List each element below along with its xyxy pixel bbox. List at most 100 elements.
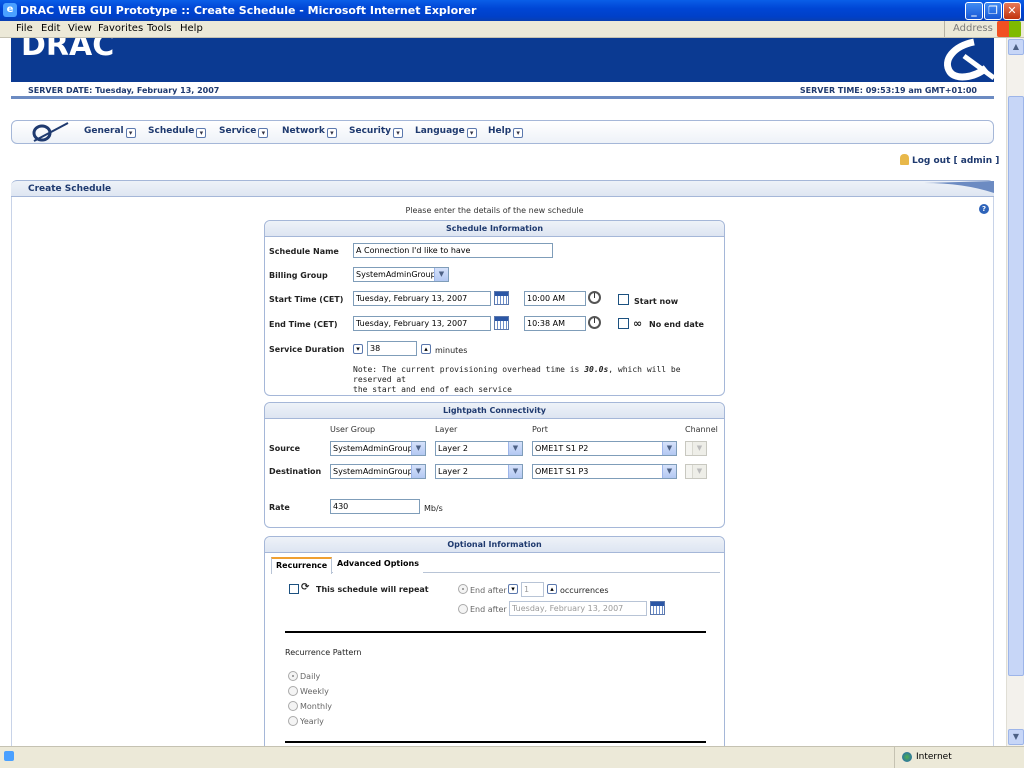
windows-logo-icon bbox=[997, 21, 1021, 37]
end-clock-icon[interactable] bbox=[588, 316, 601, 329]
pattern-monthly-label: Monthly bbox=[300, 702, 333, 711]
source-port-select[interactable]: OME1T S1 P2 ▼ bbox=[532, 441, 677, 456]
menubar: File Edit View Favorites Tools Help Addr… bbox=[0, 21, 1024, 38]
billing-group-label: Billing Group bbox=[269, 271, 328, 280]
vertical-scrollbar[interactable]: ▲ ▼ bbox=[1006, 38, 1024, 746]
end-after-calendar-icon[interactable] bbox=[650, 601, 665, 615]
tab-recurrence[interactable]: Recurrence bbox=[271, 557, 333, 574]
nav-network[interactable]: Network ▾ bbox=[282, 126, 337, 138]
start-calendar-icon[interactable] bbox=[494, 291, 509, 305]
scroll-thumb[interactable] bbox=[1008, 96, 1024, 676]
chevron-down-icon: ▼ bbox=[508, 442, 522, 455]
status-divider bbox=[894, 747, 895, 768]
instruction-text: Please enter the details of the new sche… bbox=[405, 206, 584, 215]
source-label: Source bbox=[269, 444, 301, 453]
end-after-label: End after bbox=[470, 586, 507, 595]
menu-view[interactable]: View bbox=[68, 23, 92, 34]
address-label[interactable]: Address bbox=[944, 21, 993, 37]
menu-help[interactable]: Help bbox=[180, 23, 203, 34]
pattern-daily-radio[interactable] bbox=[288, 671, 298, 681]
end-calendar-icon[interactable] bbox=[494, 316, 509, 330]
dest-channel-select[interactable]: ▼ bbox=[685, 464, 707, 479]
schedule-name-label: Schedule Name bbox=[269, 247, 339, 256]
server-date: SERVER DATE: Tuesday, February 13, 2007 bbox=[28, 86, 220, 95]
server-info-bar: SERVER DATE: Tuesday, February 13, 2007 … bbox=[11, 82, 994, 99]
chevron-down-icon: ▾ bbox=[326, 128, 337, 138]
maximize-button[interactable]: ❐ bbox=[984, 2, 1002, 20]
menu-edit[interactable]: Edit bbox=[41, 23, 60, 34]
end-time-label: End Time (CET) bbox=[269, 320, 338, 329]
chevron-down-icon: ▾ bbox=[513, 128, 524, 138]
divider bbox=[285, 631, 706, 633]
rate-input[interactable]: 430 bbox=[330, 499, 420, 514]
source-channel-select[interactable]: ▼ bbox=[685, 441, 707, 456]
pattern-weekly-label: Weekly bbox=[300, 687, 329, 696]
window-titlebar: e DRAC WEB GUI Prototype :: Create Sched… bbox=[0, 0, 1024, 21]
start-clock-icon[interactable] bbox=[588, 291, 601, 304]
close-button[interactable]: ✕ bbox=[1003, 2, 1021, 20]
help-icon[interactable]: ? bbox=[979, 204, 989, 214]
end-after-date-input[interactable]: Tuesday, February 13, 2007 bbox=[509, 601, 647, 616]
nav-security[interactable]: Security ▾ bbox=[349, 126, 404, 138]
chevron-down-icon: ▾ bbox=[196, 128, 207, 138]
nav-logo-icon bbox=[32, 122, 69, 142]
duration-input[interactable]: 38 bbox=[367, 341, 417, 356]
dest-port-select[interactable]: OME1T S1 P3 ▼ bbox=[532, 464, 677, 479]
dest-layer-select[interactable]: Layer 2 ▼ bbox=[435, 464, 523, 479]
start-time-label: Start Time (CET) bbox=[269, 295, 344, 304]
schedule-name-input[interactable]: A Connection I'd like to have bbox=[353, 243, 553, 258]
end-date-input[interactable]: Tuesday, February 13, 2007 bbox=[353, 316, 491, 331]
col-user-group: User Group bbox=[330, 425, 376, 434]
logout-link[interactable]: Log out [ admin ] bbox=[900, 154, 999, 166]
source-layer-select[interactable]: Layer 2 ▼ bbox=[435, 441, 523, 456]
dest-group-select[interactable]: SystemAdminGroup ▼ bbox=[330, 464, 426, 479]
col-layer: Layer bbox=[435, 425, 458, 434]
nav-general[interactable]: General ▾ bbox=[84, 126, 136, 138]
menu-favorites[interactable]: Favorites bbox=[98, 23, 143, 34]
globe-icon bbox=[902, 752, 912, 762]
source-group-select[interactable]: SystemAdminGroup ▼ bbox=[330, 441, 426, 456]
destination-label: Destination bbox=[269, 467, 322, 476]
overhead-note: Note: The current provisioning overhead … bbox=[353, 365, 681, 394]
start-time-input[interactable]: 10:00 AM bbox=[524, 291, 586, 306]
scroll-up-icon[interactable]: ▲ bbox=[1008, 39, 1024, 55]
tab-advanced-options[interactable]: Advanced Options bbox=[333, 557, 423, 573]
chevron-down-icon: ▾ bbox=[125, 128, 136, 138]
minimize-button[interactable]: _ bbox=[965, 2, 983, 20]
occurrences-decrease-icon[interactable]: ▾ bbox=[508, 584, 518, 594]
nav-language[interactable]: Language ▾ bbox=[415, 126, 477, 138]
schedule-info-title: Schedule Information bbox=[265, 221, 724, 237]
scroll-down-icon[interactable]: ▼ bbox=[1008, 729, 1024, 745]
main-nav: General ▾ Schedule ▾ Service ▾ Network ▾ Sec… bbox=[11, 120, 994, 144]
end-after-occurrences-radio[interactable] bbox=[458, 584, 468, 594]
menu-file[interactable]: File bbox=[16, 23, 33, 34]
end-after-date-radio[interactable] bbox=[458, 604, 468, 614]
nav-help[interactable]: Help ▾ bbox=[488, 126, 524, 138]
nav-schedule[interactable]: Schedule ▾ bbox=[148, 126, 207, 138]
start-now-checkbox[interactable] bbox=[618, 294, 629, 305]
pattern-weekly-radio[interactable] bbox=[288, 686, 298, 696]
chevron-down-icon: ▼ bbox=[662, 465, 676, 478]
repeat-label: This schedule will repeat bbox=[316, 585, 429, 594]
start-date-input[interactable]: Tuesday, February 13, 2007 bbox=[353, 291, 491, 306]
ie-icon: e bbox=[3, 3, 17, 17]
repeat-checkbox[interactable] bbox=[289, 584, 299, 594]
no-end-date-label: No end date bbox=[649, 320, 704, 329]
drac-banner: DRAC bbox=[11, 38, 994, 82]
duration-decrease-icon[interactable]: ▾ bbox=[353, 344, 363, 354]
optional-info-title: Optional Information bbox=[265, 537, 724, 553]
infinity-icon: ∞ bbox=[633, 317, 643, 330]
no-end-date-checkbox[interactable] bbox=[618, 318, 629, 329]
chevron-down-icon: ▼ bbox=[434, 268, 448, 281]
pattern-monthly-radio[interactable] bbox=[288, 701, 298, 711]
pattern-yearly-radio[interactable] bbox=[288, 716, 298, 726]
lightpath-panel: Lightpath Connectivity User Group Layer … bbox=[264, 402, 725, 528]
occurrences-input[interactable]: 1 bbox=[521, 582, 544, 597]
nav-service[interactable]: Service ▾ bbox=[219, 126, 269, 138]
billing-group-select[interactable]: SystemAdminGroup ▼ bbox=[353, 267, 449, 282]
duration-increase-icon[interactable]: ▴ bbox=[421, 344, 431, 354]
occurrences-increase-icon[interactable]: ▴ bbox=[547, 584, 557, 594]
menu-tools[interactable]: Tools bbox=[147, 23, 172, 34]
end-time-input[interactable]: 10:38 AM bbox=[524, 316, 586, 331]
refresh-icon: ⟳ bbox=[301, 582, 310, 593]
